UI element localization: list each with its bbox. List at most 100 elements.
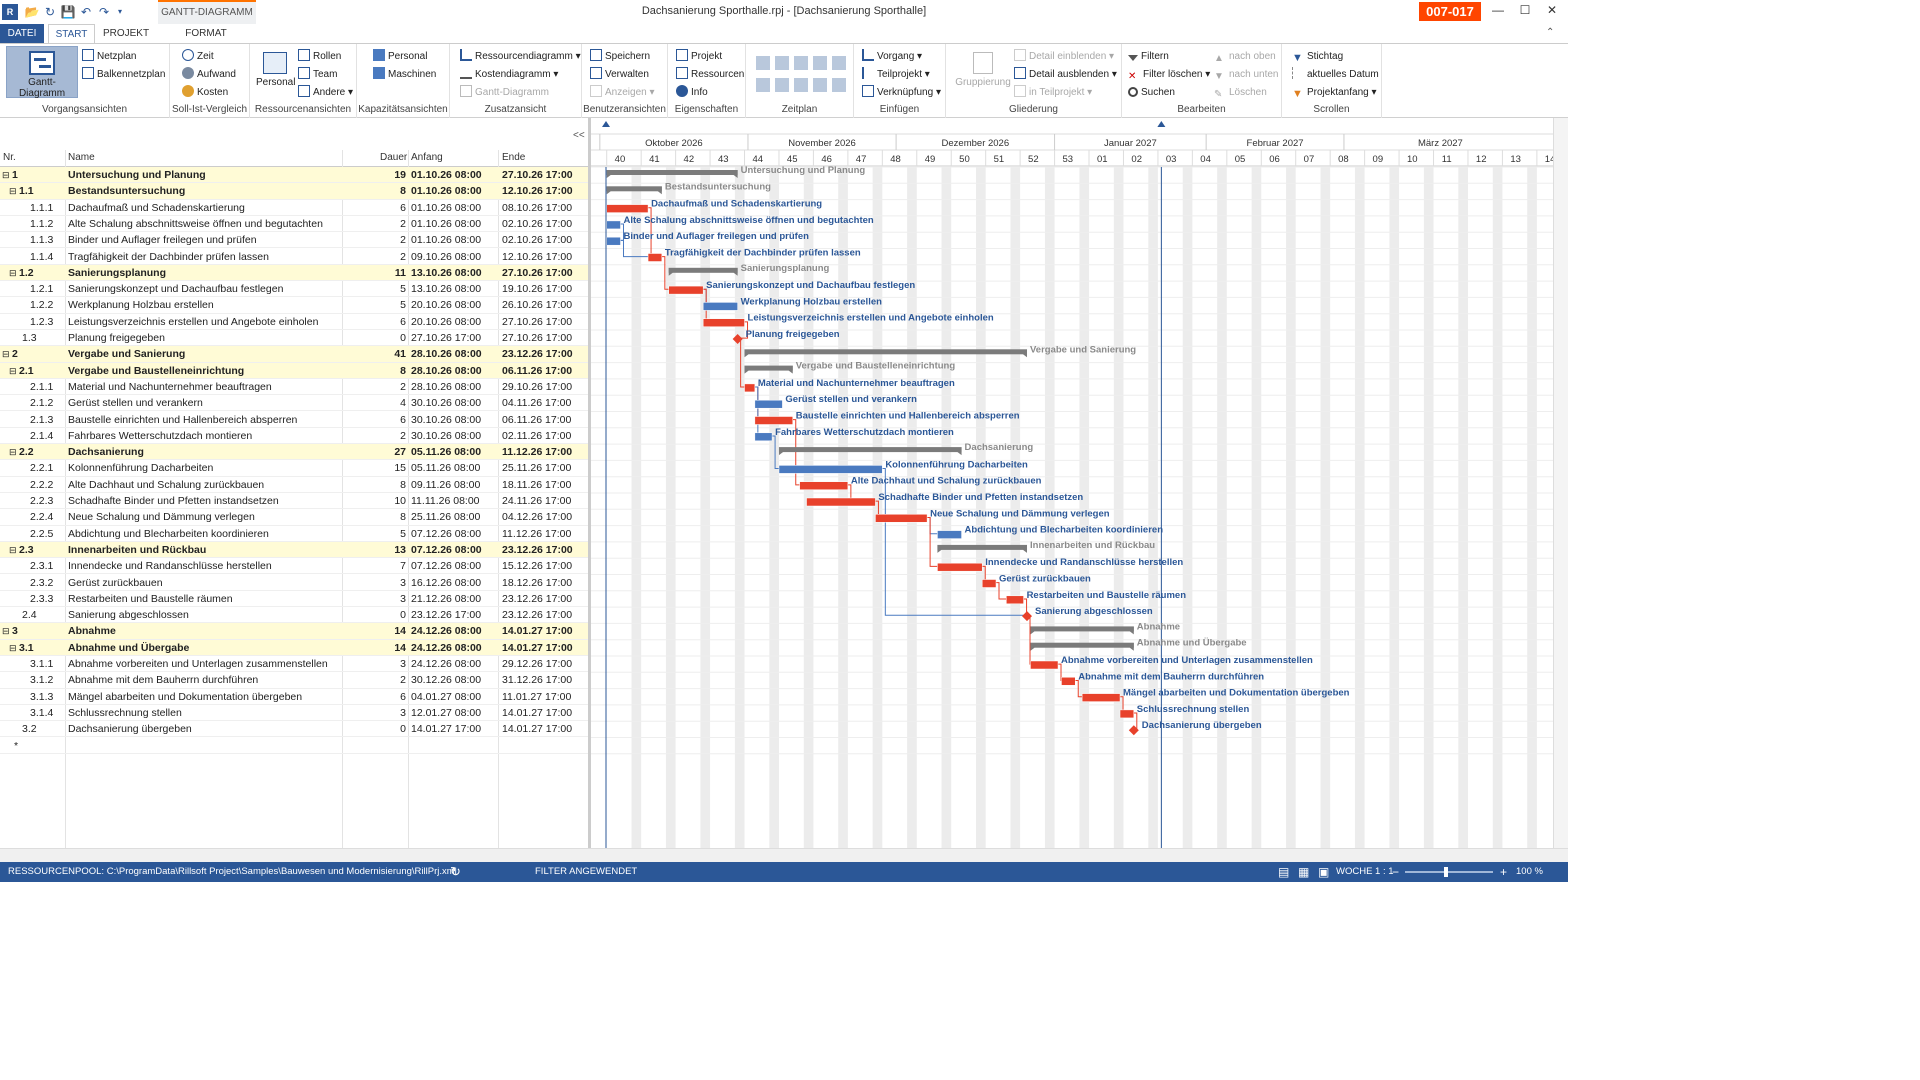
ribbon-collapse-icon[interactable]: ⌃ (1546, 27, 1554, 38)
task-bar[interactable] (778, 465, 883, 474)
cell-ende[interactable]: 15.12.26 17:00 (502, 558, 572, 574)
cell-dauer[interactable]: 7 (344, 558, 406, 574)
view-mode-icon[interactable]: ▤ (1278, 862, 1289, 882)
view-mode2-icon[interactable]: ▦ (1298, 862, 1309, 882)
table-row[interactable]: 2.3 Innenarbeiten und Rückbau 13 07.12.26 0… (0, 541, 588, 559)
table-row[interactable]: 2.1 Vergabe und Baustelleneinrichtung 8 28.… (0, 362, 588, 379)
col-ende-header[interactable]: Ende (502, 152, 525, 163)
cell-ende[interactable]: 23.12.26 17:00 (502, 346, 573, 362)
table-row[interactable]: 1 Untersuchung und Planung 19 01.10.26 08:0… (0, 167, 588, 184)
loeschen-button[interactable]: ✎ Löschen (1214, 85, 1267, 101)
cell-name[interactable]: Gerüst stellen und verankern (68, 395, 342, 411)
cell-anfang[interactable]: 30.10.26 08:00 (411, 412, 481, 428)
cell-dauer[interactable]: 8 (344, 363, 406, 379)
cell-ende[interactable]: 02.10.26 17:00 (502, 232, 572, 248)
cell-dauer[interactable]: 5 (344, 297, 406, 313)
col-nr-header[interactable]: Nr. (3, 152, 16, 163)
vorgang-insert-button[interactable]: Vorgang ▾ (862, 49, 922, 65)
collapse-toggle-icon[interactable]: ⊟ (2, 167, 10, 183)
teilprojekt-insert-button[interactable]: Teilprojekt ▾ (862, 67, 930, 83)
cell-name[interactable]: Sanierungskonzept und Dachaufbau festleg… (68, 281, 342, 297)
team-button[interactable]: Team (298, 67, 337, 83)
cell-anfang[interactable]: 07.12.26 08:00 (411, 526, 481, 542)
cell-anfang[interactable]: 01.10.26 08:00 (411, 200, 481, 216)
summary-bar[interactable] (1030, 642, 1134, 648)
cell-ende[interactable]: 06.11.26 17:00 (502, 363, 572, 379)
vertical-scrollbar[interactable] (1553, 118, 1568, 848)
gantt-diagram-button[interactable]: Gantt-Diagramm (6, 46, 78, 99)
cell-anfang[interactable]: 30.10.26 08:00 (411, 395, 481, 411)
cell-ende[interactable]: 25.11.26 17:00 (502, 460, 571, 476)
cell-dauer[interactable]: 14 (344, 623, 406, 639)
task-bar[interactable] (1030, 660, 1059, 670)
cell-ende[interactable]: 23.12.26 17:00 (502, 591, 572, 607)
task-bar[interactable] (937, 562, 983, 572)
task-bar[interactable] (1061, 677, 1076, 686)
cell-ende[interactable]: 11.12.26 17:00 (502, 444, 572, 460)
cell-ende[interactable]: 27.10.26 17:00 (502, 330, 572, 346)
balkennetzplan-button[interactable]: Balkennetzplan (82, 67, 165, 83)
cell-ende[interactable]: 23.12.26 17:00 (502, 542, 573, 558)
cell-dauer[interactable]: 14 (344, 640, 406, 656)
view-mode3-icon[interactable]: ▣ (1318, 862, 1329, 882)
task-bar[interactable] (606, 220, 621, 230)
table-row[interactable]: 3 Abnahme 14 24.12.26 08:00 14.01.27 17:00 ⊟ (0, 623, 588, 640)
task-bar[interactable] (981, 579, 997, 588)
projektanfang-button[interactable]: ▼ Projektanfang ▾ (1292, 85, 1377, 101)
cell-anfang[interactable]: 01.10.26 08:00 (411, 183, 482, 199)
cell-name[interactable]: Sanierungsplanung (68, 265, 342, 281)
cell-name[interactable]: Leistungsverzeichnis erstellen und Angeb… (68, 314, 342, 330)
zoom-in-button[interactable]: + (1500, 862, 1507, 882)
cell-name[interactable]: Dachsanierung übergeben (68, 721, 342, 737)
cell-dauer[interactable]: 19 (344, 167, 406, 183)
cell-ende[interactable]: 02.11.26 17:00 (502, 428, 571, 444)
cell-dauer[interactable]: 5 (344, 281, 406, 297)
cell-dauer[interactable]: 10 (344, 493, 406, 509)
collapse-toggle-icon[interactable]: ⊟ (9, 542, 17, 558)
cell-anfang[interactable]: 30.12.26 08:00 (411, 672, 481, 688)
aktuelles-datum-button[interactable]: aktuelles Datum (1292, 67, 1379, 83)
table-row[interactable]: 3.1.1 Abnahme vorbereiten und Unterlagen … (0, 656, 588, 673)
cell-anfang[interactable]: 01.10.26 08:00 (411, 232, 481, 248)
cell-ende[interactable]: 27.10.26 17:00 (502, 314, 572, 330)
task-bar[interactable] (744, 383, 756, 393)
cell-dauer[interactable]: 2 (344, 216, 406, 232)
table-row[interactable]: 2 Vergabe und Sanierung 41 28.10.26 08:00 23… (0, 346, 588, 363)
cell-dauer[interactable]: 3 (344, 705, 406, 721)
table-row[interactable]: 2.2 Dachsanierung 27 05.11.26 08:00 11.12.26… (0, 444, 588, 461)
cell-dauer[interactable]: 15 (344, 460, 406, 476)
cell-ende[interactable]: 26.10.26 17:00 (502, 297, 572, 313)
cell-name[interactable]: Abnahme vorbereiten und Unterlagen zusam… (68, 656, 342, 672)
cell-ende[interactable]: 18.12.26 17:00 (502, 575, 572, 591)
in-teilprojekt-button[interactable]: in Teilprojekt ▾ (1014, 85, 1092, 101)
filtern-button[interactable]: Filtern (1128, 49, 1169, 65)
task-bar[interactable] (875, 514, 928, 523)
table-row[interactable]: 2.2.3 Schadhafte Binder und Pfetten insta… (0, 493, 588, 510)
andere-button[interactable]: Andere ▾ (298, 85, 353, 101)
cell-name[interactable]: Neue Schalung und Dämmung verlegen (68, 509, 342, 525)
cell-name[interactable]: Abnahme (68, 623, 342, 639)
ressourcendiagramm-button[interactable]: Ressourcendiagramm ▾ (460, 49, 581, 65)
collapse-toggle-icon[interactable]: ⊟ (2, 346, 10, 362)
cell-ende[interactable]: 14.01.27 17:00 (502, 640, 573, 656)
cell-anfang[interactable]: 07.12.26 08:00 (411, 542, 482, 558)
rollen-button[interactable]: Rollen (298, 49, 341, 65)
cell-dauer[interactable]: 6 (344, 200, 406, 216)
cell-ende[interactable]: 31.12.26 17:00 (502, 672, 572, 688)
task-bar[interactable] (606, 236, 621, 246)
cell-anfang[interactable]: 20.10.26 08:00 (411, 297, 481, 313)
cell-ende[interactable]: 19.10.26 17:00 (502, 281, 572, 297)
kap-maschinen-button[interactable]: Maschinen (373, 67, 436, 83)
speichern-button[interactable]: Speichern (590, 49, 650, 65)
cell-name[interactable]: Abnahme und Übergabe (68, 640, 342, 656)
task-bar[interactable] (668, 285, 704, 295)
task-bar[interactable] (647, 253, 663, 262)
task-bar[interactable] (754, 399, 783, 409)
collapse-table-button[interactable]: << (573, 130, 585, 141)
cell-ende[interactable]: 12.10.26 17:00 (502, 183, 573, 199)
new-row[interactable]: * (0, 738, 588, 754)
tab-datei[interactable]: DATEI (0, 24, 44, 44)
cell-anfang[interactable]: 24.12.26 08:00 (411, 623, 482, 639)
col-dauer-header[interactable]: Dauer (380, 152, 407, 163)
cell-anfang[interactable]: 25.11.26 08:00 (411, 509, 480, 525)
